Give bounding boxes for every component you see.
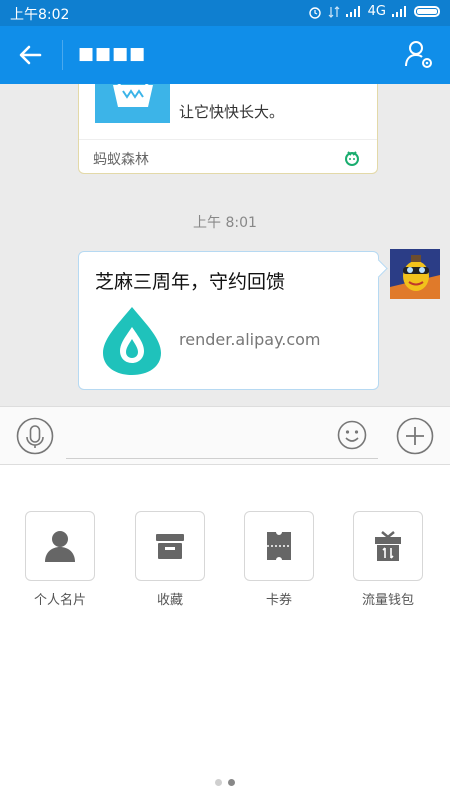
tool-label: 个人名片 (33, 593, 86, 608)
zhima-logo-icon (103, 307, 161, 375)
tool-box[interactable] (135, 511, 205, 581)
message-timestamp: 上午 8:01 (193, 215, 257, 231)
page-indicator (0, 771, 450, 790)
message-input[interactable] (66, 411, 378, 459)
ticket-icon (267, 532, 291, 560)
avatar[interactable] (390, 249, 440, 299)
card-domain: render.alipay.com (179, 330, 321, 349)
avatar-character-icon (390, 249, 440, 299)
person-icon (45, 531, 75, 562)
card-thumbnail (95, 84, 170, 123)
card-title: 芝麻三周年，守约回馈 (95, 271, 286, 293)
battery-level (417, 9, 437, 14)
title-divider (62, 40, 63, 70)
tool-coupons[interactable]: 卡券 (243, 511, 315, 608)
zhima-message-card[interactable]: 芝麻三周年，守约回馈 render.alipay.com (78, 251, 388, 390)
tool-label: 收藏 (156, 593, 183, 608)
contact-name[interactable]: ■■■■ (78, 44, 146, 64)
tool-label: 卡券 (265, 593, 292, 608)
tool-label: 流量钱包 (361, 593, 414, 608)
signal-icon-2 (392, 6, 408, 17)
card-separator (79, 139, 377, 140)
tool-box[interactable] (25, 511, 95, 581)
tool-box[interactable] (244, 511, 314, 581)
network-type: 4G (367, 4, 386, 19)
box-icon (156, 534, 184, 559)
status-icons: 4G (308, 4, 440, 19)
status-time: 上午8:02 (10, 7, 70, 23)
back-arrow-icon[interactable] (16, 41, 44, 69)
input-bar (0, 406, 450, 465)
data-arrows-icon (328, 5, 340, 18)
ant-forest-icon (345, 151, 359, 166)
microphone-icon[interactable] (16, 417, 54, 455)
battery-icon (414, 6, 440, 17)
card-description: 让它快快长大。 (179, 103, 285, 121)
tool-favorites[interactable]: 收藏 (134, 511, 206, 608)
status-bar: 上午8:02 4G (0, 0, 450, 26)
emoji-icon[interactable] (337, 420, 367, 450)
page-dot-2-active[interactable] (228, 779, 235, 786)
tool-business-card[interactable]: 个人名片 (24, 511, 96, 608)
person-settings-icon[interactable] (404, 38, 434, 70)
gift-icon (375, 531, 401, 561)
basket-icon (113, 84, 153, 107)
page-dot-1[interactable] (215, 779, 222, 786)
title-bar: ■■■■ (0, 26, 450, 84)
tool-box[interactable] (353, 511, 423, 581)
alarm-icon (308, 6, 321, 19)
forest-message-card[interactable]: 让它快快长大。 蚂蚁森林 (78, 84, 378, 174)
signal-icon (345, 6, 362, 17)
tool-data-wallet[interactable]: 流量钱包 (352, 511, 424, 608)
chat-area[interactable]: 让它快快长大。 蚂蚁森林 上午 8:01 芝麻三周年，守约回馈 render.a… (0, 84, 450, 406)
card-source: 蚂蚁森林 (93, 152, 149, 168)
tools-panel: 个人名片 收藏 卡券 流量钱包 (0, 465, 450, 800)
bubble-tail (369, 259, 388, 278)
plus-icon[interactable] (396, 417, 434, 455)
